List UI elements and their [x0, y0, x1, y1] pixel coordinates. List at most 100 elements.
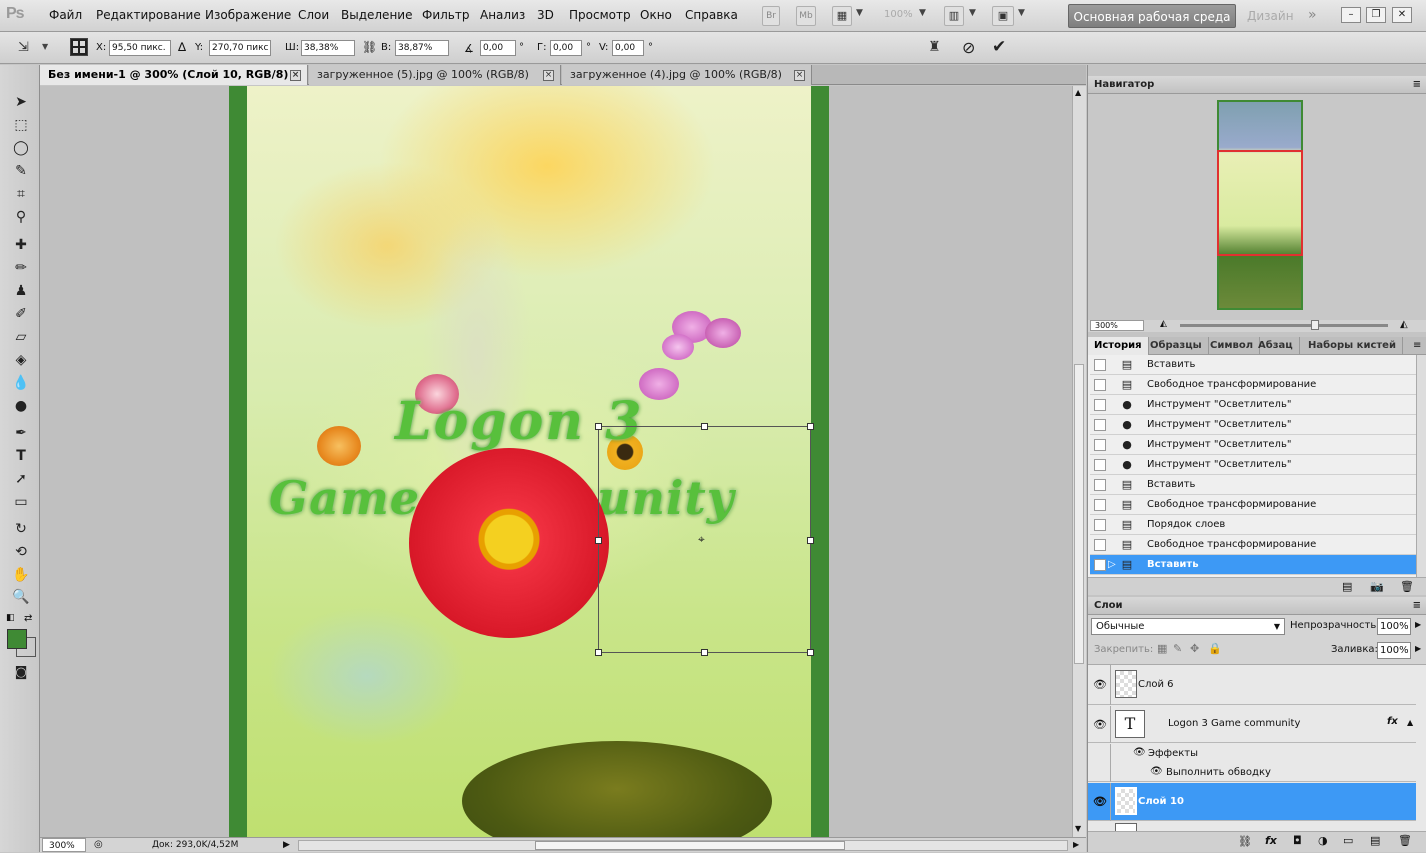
more-workspaces-button[interactable]: » [1308, 7, 1317, 23]
history-brush-icon[interactable]: ✐ [10, 304, 32, 324]
lock-pixels-icon[interactable]: ✎ [1173, 642, 1182, 655]
zoom-tool-icon[interactable]: 🔍 [10, 587, 32, 607]
fill-field[interactable]: 100% [1377, 642, 1411, 659]
zoom-in-icon[interactable]: ◭ [1400, 319, 1408, 330]
history-item[interactable]: ▤ Порядок слоев [1090, 515, 1416, 535]
layer-row[interactable]: 👁 Слой 10 [1088, 783, 1416, 821]
move-tool-icon[interactable]: ➤ [10, 92, 32, 112]
history-snapshot-checkbox[interactable] [1094, 439, 1106, 451]
history-snapshot-checkbox[interactable] [1094, 399, 1106, 411]
zoom-field[interactable]: 300% [42, 838, 86, 852]
blend-mode-select[interactable]: Обычные ▼ [1091, 618, 1285, 635]
transform-handle[interactable] [807, 649, 814, 656]
pen-tool-icon[interactable]: ✒ [10, 423, 32, 443]
arrange-icon[interactable]: ▥ [944, 6, 964, 26]
eye-icon[interactable]: 👁 [1150, 766, 1163, 777]
add-mask-icon[interactable]: ◘ [1293, 834, 1302, 847]
tab-swatches[interactable]: Образцы [1144, 337, 1209, 355]
history-snapshot-checkbox[interactable] [1094, 479, 1106, 491]
history-snapshot-checkbox[interactable] [1094, 539, 1106, 551]
panel-menu-icon[interactable]: ≡ [1413, 76, 1421, 94]
history-item[interactable]: ▷ ▤ Вставить [1090, 555, 1416, 575]
delta-icon[interactable]: ∆ [178, 40, 186, 54]
warp-icon[interactable]: ♜ [928, 39, 941, 55]
navigator-preview-area[interactable] [1088, 94, 1426, 320]
scroll-up-icon[interactable]: ▲ [1075, 88, 1081, 97]
paint-bucket-icon[interactable]: ◈ [10, 350, 32, 370]
navigator-zoom-slider[interactable] [1180, 324, 1388, 327]
eye-icon[interactable]: 👁 [1133, 747, 1146, 758]
lock-transparency-icon[interactable]: ▦ [1157, 642, 1167, 655]
tab-document-1[interactable]: Без имени-1 @ 300% (Слой 10, RGB/8) * × [40, 65, 308, 85]
layer-row[interactable]: 👁 T Logon 3 Game community fx ▲ [1088, 706, 1416, 743]
new-group-icon[interactable]: ▭ [1343, 834, 1353, 847]
layer-effects-row[interactable]: 👁 Эффекты [1088, 744, 1416, 764]
tab-history[interactable]: История [1088, 337, 1149, 355]
menu-filter[interactable]: Фильтр [422, 8, 469, 22]
scroll-thumb[interactable] [1074, 364, 1084, 664]
transform-bounding-box[interactable]: ⌖ [595, 423, 814, 656]
trash-icon[interactable]: 🗑 [1400, 580, 1414, 593]
transform-handle[interactable] [595, 649, 602, 656]
menu-analysis[interactable]: Анализ [480, 8, 525, 22]
healing-brush-icon[interactable]: ✚ [10, 235, 32, 255]
lock-position-icon[interactable]: ✥ [1190, 642, 1199, 655]
reference-point-icon[interactable] [70, 38, 88, 56]
transform-handle[interactable] [595, 537, 602, 544]
chevron-right-icon[interactable]: ▶ [1415, 644, 1421, 653]
panel-menu-icon[interactable]: ≡ [1413, 340, 1421, 351]
zoom-out-icon[interactable]: ◭ [1160, 319, 1167, 329]
eye-icon[interactable]: 👁 [1093, 678, 1107, 691]
close-icon[interactable]: × [794, 70, 805, 81]
link-icon[interactable]: ⛓ [362, 40, 377, 54]
new-layer-icon[interactable]: ▤ [1370, 834, 1380, 847]
menu-select[interactable]: Выделение [341, 8, 412, 22]
close-icon[interactable]: × [543, 70, 554, 81]
transform-handle[interactable] [807, 423, 814, 430]
close-icon[interactable]: ✕ [1392, 7, 1412, 23]
3d-orbit-icon[interactable]: ⟲ [10, 542, 32, 562]
history-item[interactable]: ● Инструмент "Осветлитель" [1090, 395, 1416, 415]
opacity-field[interactable]: 100% [1377, 618, 1411, 635]
quick-mask-icon[interactable]: ◙ [10, 663, 32, 683]
pivot-point-icon[interactable]: ⌖ [698, 532, 705, 547]
mini-bridge-button[interactable]: Mb [796, 6, 816, 26]
navigator-zoom-field[interactable]: 300% [1090, 320, 1144, 331]
commit-transform-icon[interactable]: ✔ [992, 37, 1006, 57]
workspace-button[interactable]: Основная рабочая среда [1068, 4, 1236, 28]
crop-tool-icon[interactable]: ⌗ [10, 184, 32, 204]
adjustment-layer-icon[interactable]: ◑ [1318, 834, 1328, 847]
design-workspace-button[interactable]: Дизайн [1247, 9, 1294, 23]
x-field[interactable]: 95,50 пикс. [109, 40, 171, 56]
stamp-tool-icon[interactable]: ♟ [10, 281, 32, 301]
horizontal-scrollbar[interactable] [298, 840, 1068, 851]
menu-edit[interactable]: Редактирование [96, 8, 201, 22]
history-item[interactable]: ▤ Вставить [1090, 355, 1416, 375]
layer-effect-row[interactable]: 👁 Выполнить обводку [1088, 764, 1416, 782]
eyedropper-tool-icon[interactable]: ⚲ [10, 207, 32, 227]
menu-window[interactable]: Окно [640, 8, 672, 22]
history-item[interactable]: ● Инструмент "Осветлитель" [1090, 415, 1416, 435]
scroll-thumb[interactable] [535, 841, 845, 850]
history-snapshot-checkbox[interactable] [1094, 379, 1106, 391]
move-tool-icon[interactable]: ⇲ [18, 40, 29, 55]
chevron-down-icon[interactable]: ▼ [969, 8, 976, 18]
scroll-right-icon[interactable]: ▶ [1073, 838, 1079, 852]
lock-all-icon[interactable]: 🔒 [1208, 642, 1222, 655]
type-tool-icon[interactable]: T [10, 446, 32, 466]
panel-menu-icon[interactable]: ≡ [1413, 597, 1421, 615]
canvas-vertical-scrollbar[interactable]: ▲ ▼ [1072, 86, 1086, 837]
height-field[interactable]: 38,87% [395, 40, 449, 56]
history-item[interactable]: ▤ Свободное трансформирование [1090, 375, 1416, 395]
menu-3d[interactable]: 3D [537, 8, 554, 22]
zoom-level[interactable]: 100% [884, 9, 913, 20]
history-item[interactable]: ▤ Свободное трансформирование [1090, 535, 1416, 555]
transform-handle[interactable] [701, 649, 708, 656]
hand-tool-icon[interactable]: ✋ [10, 565, 32, 585]
history-item[interactable]: ● Инструмент "Осветлитель" [1090, 435, 1416, 455]
chevron-down-icon[interactable]: ▼ [919, 8, 926, 18]
navigator-view-box[interactable] [1217, 150, 1303, 256]
history-snapshot-checkbox[interactable] [1094, 559, 1106, 571]
vskew-field[interactable]: 0,00 [612, 40, 644, 56]
tab-paragraph[interactable]: Абзац [1252, 337, 1300, 355]
